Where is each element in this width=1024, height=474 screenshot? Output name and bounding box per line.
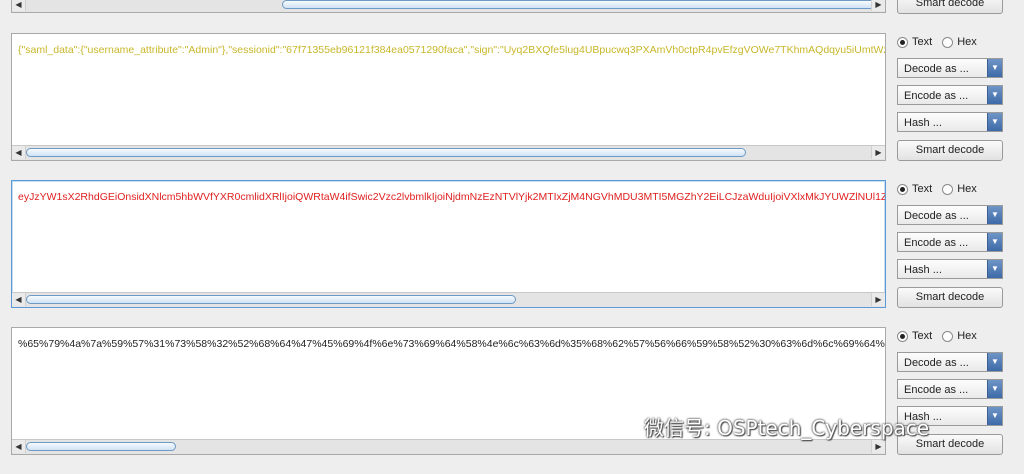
hash-label: Hash ... [904, 264, 942, 276]
encode-as-dropdown-2[interactable]: Encode as ... ▼ [897, 232, 1003, 252]
scroll-right-arrow-icon[interactable]: ▶ [871, 146, 885, 159]
decoded-text-1: {"saml_data":{"username_attribute":"Admi… [18, 44, 885, 56]
chevron-down-icon[interactable]: ▼ [987, 260, 1002, 278]
decoder-text-area-2[interactable]: eyJzYW1sX2RhdGEiOnsidXNlcm5hbWVfYXR0cmli… [11, 180, 886, 308]
chevron-down-icon[interactable]: ▼ [987, 233, 1002, 251]
scroll-left-arrow-icon[interactable]: ◀ [12, 440, 26, 453]
chevron-down-icon[interactable]: ▼ [987, 380, 1002, 398]
chevron-down-icon[interactable]: ▼ [987, 407, 1002, 425]
mode-radio-group-1: Text Hex [897, 35, 987, 49]
smart-decode-button-2[interactable]: Smart decode [897, 287, 1003, 308]
chevron-down-icon[interactable]: ▼ [987, 113, 1002, 131]
decoder-text-area-1[interactable]: {"saml_data":{"username_attribute":"Admi… [11, 33, 886, 161]
scroll-right-arrow-icon[interactable]: ▶ [871, 0, 885, 11]
hex-radio-label: Hex [957, 36, 977, 48]
hash-dropdown-1[interactable]: Hash ... ▼ [897, 112, 1003, 132]
scroll-left-arrow-icon[interactable]: ◀ [12, 293, 26, 306]
scrollbar-thumb-0[interactable] [282, 0, 882, 9]
mode-radio-group-3: Text Hex [897, 329, 987, 343]
hash-dropdown-3[interactable]: Hash ... ▼ [897, 406, 1003, 426]
scrollbar-thumb-3[interactable] [26, 442, 176, 451]
decoded-text-3: %65%79%4a%7a%59%57%31%73%58%32%52%68%64%… [18, 338, 885, 350]
chevron-down-icon[interactable]: ▼ [987, 353, 1002, 371]
smart-decode-button-1[interactable]: Smart decode [897, 140, 1003, 161]
scroll-right-arrow-icon[interactable]: ▶ [871, 293, 885, 306]
hash-label: Hash ... [904, 117, 942, 129]
text-radio-label: Text [912, 183, 933, 195]
text-radio-1[interactable] [897, 36, 908, 48]
hex-radio-3[interactable] [942, 330, 954, 342]
horizontal-scrollbar-2[interactable]: ◀ ▶ [12, 292, 885, 307]
encode-as-label: Encode as ... [904, 90, 969, 102]
text-radio-label: Text [912, 330, 933, 342]
decode-as-dropdown-1[interactable]: Decode as ... ▼ [897, 58, 1003, 78]
scroll-left-arrow-icon[interactable]: ◀ [12, 146, 26, 159]
decode-as-dropdown-3[interactable]: Decode as ... ▼ [897, 352, 1003, 372]
hash-label: Hash ... [904, 411, 942, 423]
encode-as-dropdown-3[interactable]: Encode as ... ▼ [897, 379, 1003, 399]
hash-dropdown-2[interactable]: Hash ... ▼ [897, 259, 1003, 279]
decoded-text-2: eyJzYW1sX2RhdGEiOnsidXNlcm5hbWVfYXR0cmli… [18, 191, 885, 203]
decode-as-label: Decode as ... [904, 357, 969, 369]
text-radio-3[interactable] [897, 330, 908, 342]
decoder-text-area-3[interactable]: %65%79%4a%7a%59%57%31%73%58%32%52%68%64%… [11, 327, 886, 455]
hex-radio-1[interactable] [942, 36, 954, 48]
scroll-left-arrow-icon[interactable]: ◀ [12, 0, 26, 11]
hex-radio-label: Hex [957, 330, 977, 342]
decode-as-label: Decode as ... [904, 210, 969, 222]
chevron-down-icon[interactable]: ▼ [987, 59, 1002, 77]
hex-radio-2[interactable] [942, 183, 954, 195]
decode-as-dropdown-2[interactable]: Decode as ... ▼ [897, 205, 1003, 225]
horizontal-scrollbar-0[interactable]: ◀ ▶ [12, 0, 885, 12]
horizontal-scrollbar-1[interactable]: ◀ ▶ [12, 145, 885, 160]
decode-as-label: Decode as ... [904, 63, 969, 75]
scrollbar-thumb-2[interactable] [26, 295, 516, 304]
smart-decode-button-3[interactable]: Smart decode [897, 434, 1003, 455]
scroll-right-arrow-icon[interactable]: ▶ [871, 440, 885, 453]
encode-as-label: Encode as ... [904, 237, 969, 249]
text-radio-2[interactable] [897, 183, 908, 195]
mode-radio-group-2: Text Hex [897, 182, 987, 196]
chevron-down-icon[interactable]: ▼ [987, 206, 1002, 224]
smart-decode-button-0[interactable]: Smart decode [897, 0, 1003, 14]
hex-radio-label: Hex [957, 183, 977, 195]
scrollbar-thumb-1[interactable] [26, 148, 746, 157]
chevron-down-icon[interactable]: ▼ [987, 86, 1002, 104]
text-radio-label: Text [912, 36, 933, 48]
encode-as-dropdown-1[interactable]: Encode as ... ▼ [897, 85, 1003, 105]
decoder-text-area-0[interactable]: ◀ ▶ [11, 0, 886, 13]
horizontal-scrollbar-3[interactable]: ◀ ▶ [12, 439, 885, 454]
encode-as-label: Encode as ... [904, 384, 969, 396]
